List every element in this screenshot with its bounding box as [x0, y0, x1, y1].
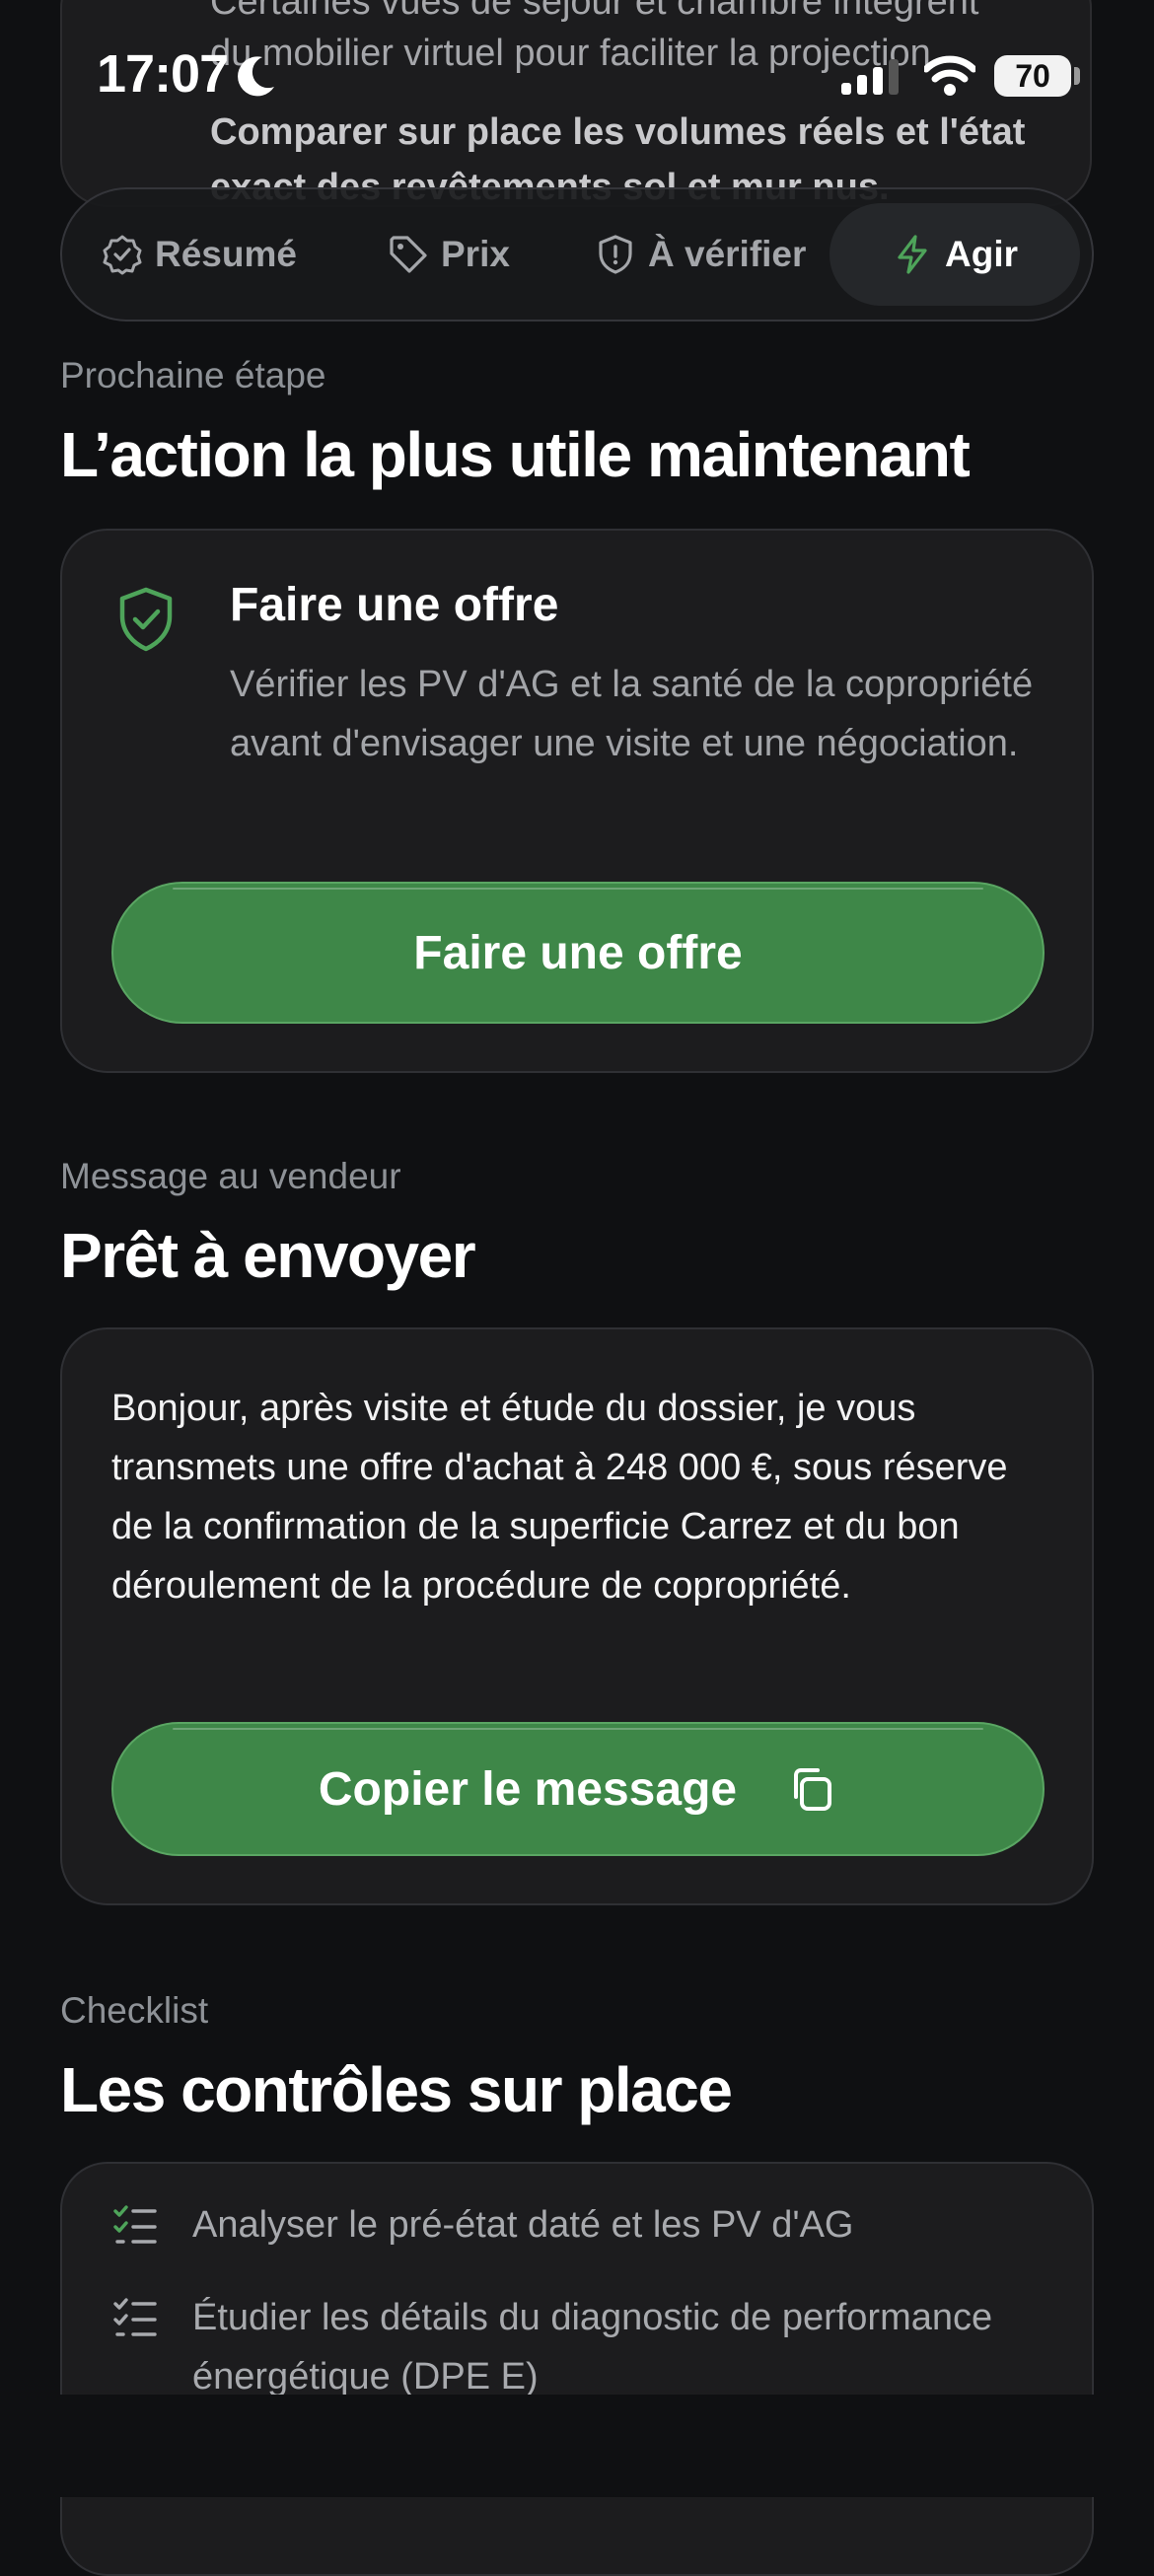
make-offer-button[interactable]: Faire une offre: [111, 882, 1045, 1024]
tab-prix[interactable]: Prix: [388, 203, 510, 306]
next-step-title: L’action la plus utile maintenant: [60, 419, 971, 490]
checklist-item-text: Analyser le pré-état daté et les PV d'AG: [192, 2204, 854, 2246]
make-offer-button-label: Faire une offre: [413, 926, 743, 979]
checklist-item: Analyser le pré-état daté et les PV d'AG: [111, 2195, 1041, 2254]
moon-icon: [238, 56, 274, 97]
battery-indicator: 70: [994, 55, 1071, 97]
list-check-icon: [113, 2205, 157, 2244]
previous-text-line: Comparer sur place les volumes réels et …: [210, 111, 1026, 153]
tab-resume[interactable]: Résumé: [102, 203, 297, 306]
tab-label: À vérifier: [648, 234, 807, 274]
copy-message-button-label: Copier le message: [318, 1762, 738, 1816]
shield-check-icon: [119, 587, 173, 652]
next-step-eyebrow: Prochaine étape: [60, 355, 326, 395]
copy-message-button[interactable]: Copier le message: [111, 1722, 1045, 1856]
cellular-signal-icon: [841, 59, 899, 95]
wifi-icon: [924, 55, 975, 96]
bottom-mask: [0, 2395, 1154, 2497]
tab-label: Résumé: [155, 234, 297, 274]
status-time: 17:07: [97, 44, 229, 104]
seller-message-text: Bonjour, après visite et étude du dossie…: [111, 1388, 1008, 1607]
offer-card-description: Vérifier les PV d'AG et la santé de la c…: [230, 664, 1034, 764]
shield-alert-icon: [599, 235, 632, 274]
tab-agir[interactable]: Agir: [829, 203, 1080, 306]
checklist-card: Analyser le pré-état daté et les PV d'AG…: [60, 2162, 1094, 2576]
copy-icon: [794, 1768, 832, 1811]
check-badge-icon: [103, 235, 142, 275]
section-tab-bar: Résumé Prix À vérifier Agir: [60, 187, 1094, 322]
tab-label: Agir: [945, 234, 1018, 274]
tab-a-verifier[interactable]: À vérifier: [595, 203, 806, 306]
offer-card: Faire une offre Vérifier les PV d'AG et …: [60, 529, 1094, 1073]
message-card: Bonjour, après visite et étude du dossie…: [60, 1327, 1094, 1905]
message-title: Prêt à envoyer: [60, 1220, 476, 1291]
battery-tip: [1074, 67, 1080, 85]
tab-label: Prix: [441, 234, 510, 274]
tag-icon: [390, 236, 427, 273]
message-eyebrow: Message au vendeur: [60, 1156, 401, 1196]
checklist-item: Étudier les détails du diagnostic de per…: [111, 2288, 1041, 2406]
previous-text-line: du mobilier virtuel pour faciliter la pr…: [210, 33, 942, 74]
checklist-title: Les contrôles sur place: [60, 2054, 733, 2125]
lightning-icon: [898, 235, 927, 274]
checklist-eyebrow: Checklist: [60, 1990, 209, 2031]
offer-card-title: Faire une offre: [230, 579, 559, 631]
checklist-item-text: Étudier les détails du diagnostic de per…: [192, 2297, 993, 2397]
list-check-icon: [113, 2298, 157, 2336]
